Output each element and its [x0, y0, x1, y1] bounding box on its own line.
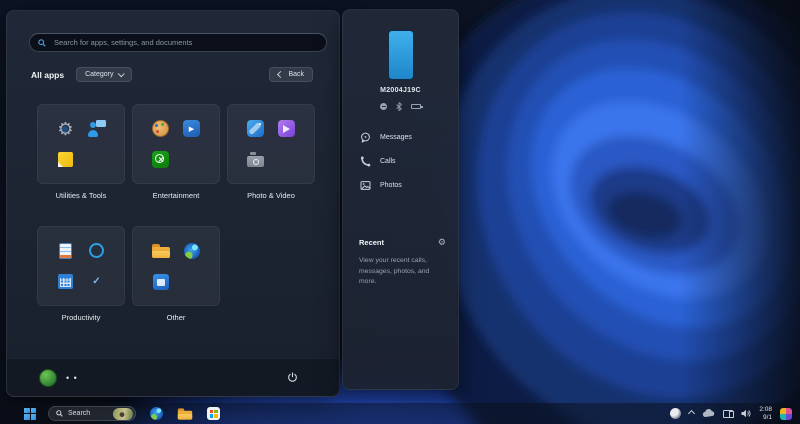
- get-help-icon: [87, 120, 106, 137]
- category-tile-entertainment[interactable]: ▶ Entertainment: [132, 104, 220, 200]
- category-tile-photo-video[interactable]: Photo & Video: [227, 104, 315, 200]
- recent-section: Recent ⚙ View your recent calls, message…: [359, 238, 446, 288]
- search-input[interactable]: [52, 37, 318, 48]
- category-tile-productivity[interactable]: ✓ Productivity: [37, 226, 125, 322]
- tile-card[interactable]: ⚙: [37, 104, 125, 184]
- to-do-check-icon: ✓: [92, 276, 101, 287]
- tile-row-1: ⚙ Utilities & Tools: [37, 104, 339, 200]
- notepad-icon: [59, 242, 72, 259]
- taskbar: Search 2:08 9/1: [0, 403, 800, 424]
- tile-card[interactable]: [132, 226, 220, 306]
- edge-taskbar-icon[interactable]: [150, 407, 163, 420]
- back-button[interactable]: Back: [269, 67, 313, 82]
- phone-device-name: M2004J19C: [380, 87, 421, 94]
- taskbar-search[interactable]: Search: [48, 406, 136, 421]
- all-apps-header: All apps Category Back: [31, 67, 313, 82]
- file-explorer-icon: [151, 243, 170, 258]
- camera-icon: [247, 152, 264, 167]
- volume-icon[interactable]: [741, 409, 751, 418]
- user-name-dots: • •: [66, 372, 78, 383]
- menu-label: Photos: [380, 181, 402, 189]
- search-icon: [56, 410, 63, 417]
- tile-card[interactable]: ▶: [132, 104, 220, 184]
- phone-preview-image[interactable]: [387, 30, 414, 80]
- phone-menu-messages[interactable]: Messages: [343, 125, 458, 149]
- other-group-icon: [184, 274, 200, 290]
- start-menu-footer: • •: [7, 358, 339, 396]
- calendar-icon: [58, 274, 73, 289]
- category-dropdown[interactable]: Category: [76, 67, 133, 82]
- weather-tray-icon[interactable]: [670, 408, 682, 419]
- category-label: Category: [85, 71, 114, 78]
- all-apps-title: All apps: [31, 69, 65, 80]
- bing-daily-image-thumb[interactable]: [113, 407, 133, 420]
- phone-link-panel: M2004J19C Messages Calls Photos Recent ⚙…: [342, 9, 459, 390]
- tile-card[interactable]: [227, 104, 315, 184]
- category-tile-utilities-tools[interactable]: ⚙ Utilities & Tools: [37, 104, 125, 200]
- back-label: Back: [288, 71, 304, 78]
- phone-menu-calls[interactable]: Calls: [343, 149, 458, 173]
- settings-gear-icon: ⚙: [57, 120, 73, 138]
- bluetooth-icon: [396, 102, 402, 111]
- sticky-notes-icon: [58, 152, 73, 167]
- taskbar-clock[interactable]: 2:08 9/1: [759, 406, 772, 422]
- start-button[interactable]: [24, 407, 36, 420]
- tile-card[interactable]: ✓: [37, 226, 125, 306]
- phone-status-row: [343, 102, 458, 111]
- system-tray: 2:08 9/1: [670, 406, 792, 422]
- battery-icon: [411, 104, 423, 109]
- taskbar-search-label: Search: [68, 410, 91, 417]
- tile-label: Other: [166, 313, 186, 322]
- recent-settings-gear-icon[interactable]: ⚙: [438, 238, 446, 247]
- menu-label: Calls: [380, 157, 396, 165]
- messages-icon: [361, 132, 370, 142]
- chevron-left-icon: [277, 70, 285, 79]
- user-avatar[interactable]: [39, 368, 57, 387]
- desktop: All apps Category Back ⚙: [0, 0, 800, 424]
- tile-label: Entertainment: [152, 191, 200, 200]
- paint-icon: [152, 120, 169, 137]
- recent-description: View your recent calls, messages, photos…: [359, 257, 430, 286]
- store-app-icon: [152, 273, 169, 290]
- xbox-icon: [152, 151, 169, 168]
- photos-icon: [247, 120, 264, 137]
- edge-icon: [183, 242, 200, 259]
- onedrive-cloud-icon[interactable]: [702, 409, 715, 418]
- utilities-group-icon: [89, 152, 105, 168]
- power-button[interactable]: [283, 369, 301, 387]
- network-display-icon[interactable]: [723, 409, 735, 418]
- start-menu: All apps Category Back ⚙: [6, 10, 340, 397]
- chevron-up-icon[interactable]: [688, 409, 696, 418]
- notification-colorful-icon[interactable]: [780, 407, 792, 420]
- clock-date: 9/1: [762, 413, 772, 421]
- start-search-bar[interactable]: [29, 33, 327, 52]
- tile-label: Photo & Video: [247, 191, 295, 200]
- do-not-disturb-icon: [380, 103, 387, 110]
- file-explorer-taskbar-icon[interactable]: [177, 407, 193, 420]
- media-player-icon: ▶: [183, 120, 200, 137]
- clock-time: 2:08: [759, 405, 772, 413]
- phone-menu: Messages Calls Photos: [343, 125, 458, 197]
- power-icon: [287, 372, 297, 382]
- chevron-down-icon: [118, 70, 126, 78]
- phone-menu-photos[interactable]: Photos: [343, 173, 458, 197]
- clipchamp-icon: [278, 120, 295, 137]
- menu-label: Messages: [380, 133, 412, 141]
- store-taskbar-icon[interactable]: [207, 407, 220, 420]
- calls-icon: [360, 155, 371, 167]
- cortana-icon: [89, 243, 104, 258]
- search-icon: [38, 38, 46, 47]
- recent-title: Recent: [359, 238, 385, 247]
- category-tile-other[interactable]: Other: [132, 226, 220, 322]
- pinned-apps: [150, 407, 220, 421]
- tile-row-2: ✓ Productivity Other: [37, 226, 339, 322]
- tile-label: Utilities & Tools: [55, 191, 107, 200]
- photos-menu-icon: [360, 180, 371, 190]
- tile-label: Productivity: [61, 313, 101, 322]
